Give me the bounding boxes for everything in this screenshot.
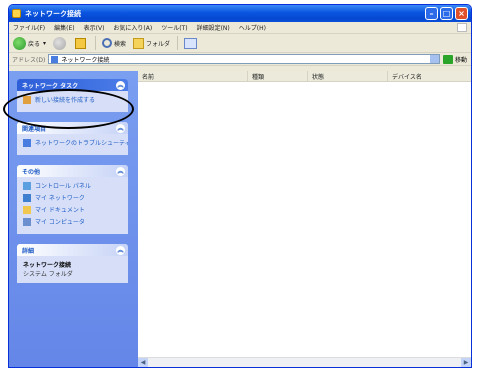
troubleshooter-link[interactable]: ネットワークのトラブルシューティング xyxy=(23,138,128,147)
menu-advanced[interactable]: 詳細設定(N) xyxy=(197,23,230,32)
folders-label: フォルダ xyxy=(146,40,171,48)
other-places-header[interactable]: その他 ︽ xyxy=(17,165,128,177)
collapse-chevron-icon[interactable]: ︽ xyxy=(116,245,125,255)
folders-icon xyxy=(133,37,145,49)
forward-button[interactable] xyxy=(53,36,68,50)
my-computer-icon xyxy=(23,217,31,226)
my-network-icon xyxy=(23,193,31,202)
other-places-title: その他 xyxy=(22,168,41,176)
toolbar: 戻る ▾ 検索 フォルダ xyxy=(9,34,471,53)
explorer-window: ネットワーク接続 – □ × ファイル(F) 編集(E) 表示(V) お気に入り… xyxy=(8,4,472,368)
toolbar-separator-2 xyxy=(177,36,179,50)
title-bar[interactable]: ネットワーク接続 – □ × xyxy=(9,5,471,22)
details-title: 詳細 xyxy=(22,247,35,255)
collapse-chevron-icon[interactable]: ︽ xyxy=(116,80,125,90)
toolbar-separator xyxy=(95,36,97,50)
my-documents-label: マイ ドキュメント xyxy=(35,207,85,214)
my-computer-label: マイ コンピュータ xyxy=(35,219,85,226)
troubleshooter-label: ネットワークのトラブルシューティング xyxy=(35,140,128,147)
go-label: 移動 xyxy=(454,56,467,64)
connection-list[interactable]: 名前 種類 状態 デバイス名 ◀ ▶ xyxy=(138,71,471,367)
search-button[interactable]: 検索 xyxy=(102,38,126,48)
go-arrow-icon xyxy=(442,54,453,64)
menu-edit[interactable]: 編集(E) xyxy=(54,23,74,32)
column-headers: 名前 種類 状態 デバイス名 xyxy=(138,71,471,82)
window-title: ネットワーク接続 xyxy=(25,9,81,18)
go-button[interactable]: 移動 xyxy=(442,54,467,64)
my-documents-icon xyxy=(23,205,31,214)
menu-view[interactable]: 表示(V) xyxy=(84,23,105,32)
views-button[interactable] xyxy=(184,37,199,49)
column-status[interactable]: 状態 xyxy=(308,71,388,81)
collapse-chevron-icon[interactable]: ︽ xyxy=(116,123,125,133)
my-network-link[interactable]: マイ ネットワーク xyxy=(23,193,123,202)
details-name: ネットワーク接続 xyxy=(23,262,72,269)
control-panel-label: コントロール パネル xyxy=(35,183,91,190)
search-icon xyxy=(102,38,113,48)
horizontal-scrollbar[interactable]: ◀ ▶ xyxy=(138,357,471,367)
menu-bar: ファイル(F) 編集(E) 表示(V) お気に入り(A) ツール(T) 詳細設定… xyxy=(9,22,471,34)
minimize-button[interactable]: – xyxy=(425,7,438,20)
control-panel-link[interactable]: コントロール パネル xyxy=(23,181,123,190)
network-folder-icon xyxy=(12,9,21,18)
my-computer-link[interactable]: マイ コンピュータ xyxy=(23,217,123,226)
address-dropdown-icon[interactable] xyxy=(429,55,439,63)
menu-file[interactable]: ファイル(F) xyxy=(13,23,45,32)
menu-tools[interactable]: ツール(T) xyxy=(161,23,187,32)
my-network-label: マイ ネットワーク xyxy=(35,195,85,202)
search-label: 検索 xyxy=(114,40,127,48)
highlight-ellipse xyxy=(3,89,134,129)
up-folder-icon xyxy=(75,37,87,49)
forward-arrow-icon xyxy=(53,36,67,50)
troubleshooter-icon xyxy=(23,138,31,147)
other-places-panel: その他 ︽ コントロール パネル マイ ネットワーク マイ ドキュメント マイ … xyxy=(17,165,128,234)
address-value: ネットワーク接続 xyxy=(61,56,110,64)
collapse-chevron-icon[interactable]: ︽ xyxy=(116,166,125,176)
details-header[interactable]: 詳細 ︽ xyxy=(17,244,128,256)
windows-flag-icon xyxy=(457,23,467,32)
up-folder-button[interactable] xyxy=(75,37,88,49)
details-type: システム フォルダ xyxy=(23,271,73,278)
address-folder-icon xyxy=(51,55,59,63)
scroll-right-icon[interactable]: ▶ xyxy=(461,357,471,367)
maximize-button[interactable]: □ xyxy=(440,7,453,20)
details-panel: 詳細 ︽ ネットワーク接続 システム フォルダ xyxy=(17,244,128,283)
column-type[interactable]: 種類 xyxy=(248,71,308,81)
control-panel-icon xyxy=(23,181,31,190)
scroll-left-icon[interactable]: ◀ xyxy=(138,357,148,367)
column-device[interactable]: デバイス名 xyxy=(388,71,471,81)
views-icon xyxy=(184,37,198,49)
address-input[interactable]: ネットワーク接続 xyxy=(48,54,440,64)
close-button[interactable]: × xyxy=(455,7,468,20)
menu-favorites[interactable]: お気に入り(A) xyxy=(113,23,152,32)
column-name[interactable]: 名前 xyxy=(138,71,248,81)
address-label: アドレス(D) xyxy=(12,56,46,64)
back-arrow-icon xyxy=(13,36,26,50)
back-button[interactable]: 戻る ▾ xyxy=(13,36,46,50)
folders-button[interactable]: フォルダ xyxy=(133,37,171,49)
my-documents-link[interactable]: マイ ドキュメント xyxy=(23,205,123,214)
address-bar: アドレス(D) ネットワーク接続 移動 xyxy=(9,53,471,66)
back-label: 戻る xyxy=(28,40,41,48)
menu-help[interactable]: ヘルプ(H) xyxy=(239,23,266,32)
